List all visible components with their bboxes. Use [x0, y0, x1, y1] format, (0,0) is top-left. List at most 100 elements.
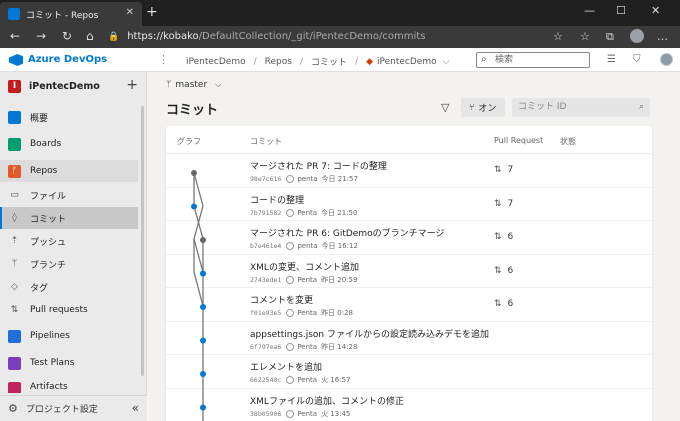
breadcrumb-item-repos[interactable]: Repos [265, 57, 292, 67]
pull-request-link[interactable]: ⇅ 6 [494, 299, 513, 309]
sidebar-scrollbar[interactable] [141, 106, 144, 376]
user-avatar[interactable] [660, 53, 673, 66]
commit-message[interactable]: XMLファイルの追加、コメントの修正 [250, 394, 404, 407]
url-field[interactable]: 🔒 https://kobako/DefaultCollection/_git/… [108, 29, 568, 45]
maximize-icon[interactable]: ☐ [616, 4, 626, 17]
commit-hash[interactable]: 6f797ea6 [250, 343, 281, 351]
graph-toggle-button[interactable]: ⑂ オン [461, 98, 505, 117]
commit-message[interactable]: コードの整理 [250, 193, 304, 206]
commit-hash[interactable]: 2743ede1 [250, 276, 281, 284]
commit-hash[interactable]: 7b791582 [250, 209, 281, 217]
sidebar-item-files[interactable]: ▭ ファイル [0, 184, 138, 206]
commit-message[interactable]: マージされた PR 7: コードの整理 [250, 159, 387, 172]
commit-author: Penta [297, 275, 318, 284]
pull-request-number: 7 [507, 165, 514, 175]
table-row[interactable]: XMLファイルの追加、コメントの修正 38b05906 Penta 火 13:4… [166, 389, 652, 421]
favorite-star-icon[interactable]: ☆ [553, 30, 563, 43]
browser-profile-icon[interactable] [630, 29, 644, 43]
breadcrumb-item-commits[interactable]: コミット [311, 55, 347, 68]
commit-message[interactable]: appsettings.json ファイルからの設定読み込みデモを追加 [250, 327, 489, 340]
breadcrumb-item-repo[interactable]: iPentecDemo [377, 57, 437, 67]
sidebar-item-pipelines[interactable]: Pipelines [0, 325, 138, 347]
commit-hash[interactable]: b7e461e4 [250, 242, 281, 250]
sidebar-item-tags[interactable]: ◇ タグ [0, 276, 138, 298]
commit-message[interactable]: コメントを変更 [250, 293, 313, 306]
sidebar-item-label: コミット [30, 214, 67, 225]
commit-author: Penta [297, 409, 318, 418]
table-row[interactable]: マージされた PR 7: コードの整理 98e7c616 penta 今日 21… [166, 154, 652, 188]
commit-message[interactable]: マージされた PR 6: GitDemoのブランチマージ [250, 226, 444, 239]
commit-meta: 6f797ea6 Penta 昨日 14:28 [250, 342, 357, 352]
commit-author: Penta [297, 342, 318, 351]
azure-devops-logo-icon[interactable] [9, 54, 23, 66]
project-selector[interactable]: I iPentecDemo + [0, 72, 147, 100]
project-name: iPentecDemo [29, 80, 100, 92]
commit-date: 火 16:57 [321, 376, 351, 384]
branch-icon: ᛘ [11, 258, 18, 269]
brand-name[interactable]: Azure DevOps [28, 54, 107, 65]
more-vertical-icon[interactable]: ⋮ [158, 53, 169, 66]
boards-icon [8, 137, 21, 151]
commit-date: 今日 21:57 [321, 175, 358, 183]
collapse-sidebar-icon[interactable]: « [132, 401, 139, 415]
commit-id-search-input[interactable]: コミット ID ⌕ [512, 98, 650, 117]
table-row[interactable]: マージされた PR 6: GitDemoのブランチマージ b7e461e4 pe… [166, 221, 652, 255]
pull-request-link[interactable]: ⇅ 6 [494, 232, 513, 242]
table-row[interactable]: XMLの変更、コメント追加 2743ede1 Penta 昨日 20:59 ⇅ 6 [166, 255, 652, 288]
commit-hash[interactable]: 98e7c616 [250, 175, 281, 183]
browser-menu-icon[interactable]: … [657, 30, 668, 43]
collections-icon[interactable]: ⧉ [606, 30, 614, 44]
sidebar-item-boards[interactable]: Boards [0, 133, 138, 155]
add-icon[interactable]: + [126, 77, 138, 93]
sidebar-item-repos[interactable]: ᚠ Repos [0, 160, 138, 182]
pull-request-link[interactable]: ⇅ 7 [494, 165, 513, 175]
table-row[interactable]: appsettings.json ファイルからの設定読み込みデモを追加 6f79… [166, 322, 652, 355]
commit-hash[interactable]: 38b05906 [250, 410, 281, 418]
project-settings[interactable]: ⚙ プロジェクト設定 « [0, 395, 147, 421]
address-bar: ← → ↻ ⌂ 🔒 https://kobako/DefaultCollecti… [0, 26, 680, 48]
chevron-down-icon[interactable]: ⌵ [443, 57, 450, 67]
pull-request-icon: ⇅ [494, 265, 502, 276]
author-avatar [286, 409, 295, 418]
project-badge: I [8, 79, 21, 93]
sidebar-item-pull-requests[interactable]: ⇅ Pull requests [0, 299, 138, 321]
tab-close-icon[interactable]: ✕ [126, 7, 134, 18]
header-search-placeholder: 検索 [495, 55, 514, 65]
forward-icon[interactable]: → [36, 29, 46, 43]
toggle-label: オン [478, 104, 497, 114]
branch-selector[interactable]: ᛘ master ⌵ [166, 80, 221, 90]
list-icon[interactable]: ☰ [607, 54, 616, 65]
sidebar-item-commits[interactable]: ◊ コミット [0, 207, 138, 229]
artifacts-icon [8, 382, 21, 393]
commit-meta: 98e7c616 penta 今日 21:57 [250, 174, 358, 184]
table-row[interactable]: エレメントを追加 6622540c Penta 火 16:57 [166, 355, 652, 389]
sidebar-item-overview[interactable]: 概要 [0, 106, 138, 128]
breadcrumb-item-project[interactable]: iPentecDemo [186, 57, 246, 67]
shopping-bag-icon[interactable]: ⛉ [633, 54, 641, 65]
minimize-icon[interactable]: — [584, 4, 595, 17]
table-row[interactable]: コメントを変更 f01e93e5 Penta 昨日 0:28 ⇅ 6 [166, 288, 652, 322]
sidebar-item-pushes[interactable]: ⇡ プッシュ [0, 230, 138, 252]
commit-hash[interactable]: f01e93e5 [250, 309, 281, 317]
back-icon[interactable]: ← [10, 29, 20, 43]
window-close-icon[interactable]: ✕ [651, 4, 660, 17]
commit-message[interactable]: XMLの変更、コメント追加 [250, 260, 359, 273]
pull-request-link[interactable]: ⇅ 7 [494, 199, 513, 209]
refresh-icon[interactable]: ↻ [62, 29, 72, 43]
commit-message[interactable]: エレメントを追加 [250, 360, 322, 373]
new-tab-icon[interactable]: + [146, 4, 158, 20]
table-row[interactable]: コードの整理 7b791582 Penta 今日 21:50 ⇅ 7 [166, 188, 652, 221]
browser-tab[interactable]: コミット - Repos ✕ [0, 2, 142, 26]
author-avatar [286, 309, 295, 317]
favorites-icon[interactable]: ☆ [580, 30, 590, 43]
commit-hash[interactable]: 6622540c [250, 376, 281, 384]
pull-request-link[interactable]: ⇅ 6 [494, 266, 513, 276]
header-search-input[interactable]: ⌕ 検索 [476, 52, 590, 68]
sidebar-item-test-plans[interactable]: Test Plans [0, 352, 138, 374]
home-icon[interactable]: ⌂ [86, 29, 94, 43]
breadcrumb-separator: / [253, 56, 257, 67]
sidebar-item-branches[interactable]: ᛘ ブランチ [0, 253, 138, 275]
search-icon: ⌕ [638, 102, 644, 112]
sidebar-item-artifacts[interactable]: Artifacts [0, 379, 138, 393]
filter-icon[interactable]: ▽ [441, 101, 449, 114]
